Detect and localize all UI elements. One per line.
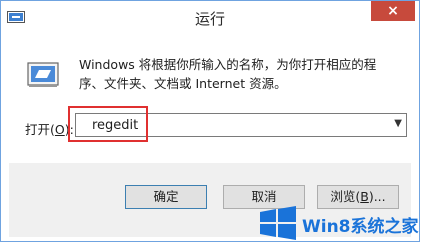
close-icon: × [387,3,399,19]
chevron-down-icon[interactable]: ▼ [394,118,402,129]
description-text: Windows 将根据你所输入的名称，为你打开相应的程序、文件夹、文档或 Int… [79,57,377,91]
run-program-icon [27,61,59,89]
ok-button[interactable]: 确定 [125,185,207,209]
open-combobox[interactable]: regedit ▼ [75,113,407,137]
open-input[interactable]: regedit [92,118,138,133]
dialog-content: Windows 将根据你所输入的名称，为你打开相应的程序、文件夹、文档或 Int… [9,33,411,163]
watermark: Win8系统之家 [258,204,422,242]
window-title: 运行 [194,10,225,28]
windows-logo-icon [258,206,298,240]
watermark-text: Win8系统之家 [302,217,419,237]
open-label: 打开(O): [25,122,74,137]
title-bar[interactable]: 运行 × [1,1,419,33]
close-button[interactable]: × [371,1,415,21]
